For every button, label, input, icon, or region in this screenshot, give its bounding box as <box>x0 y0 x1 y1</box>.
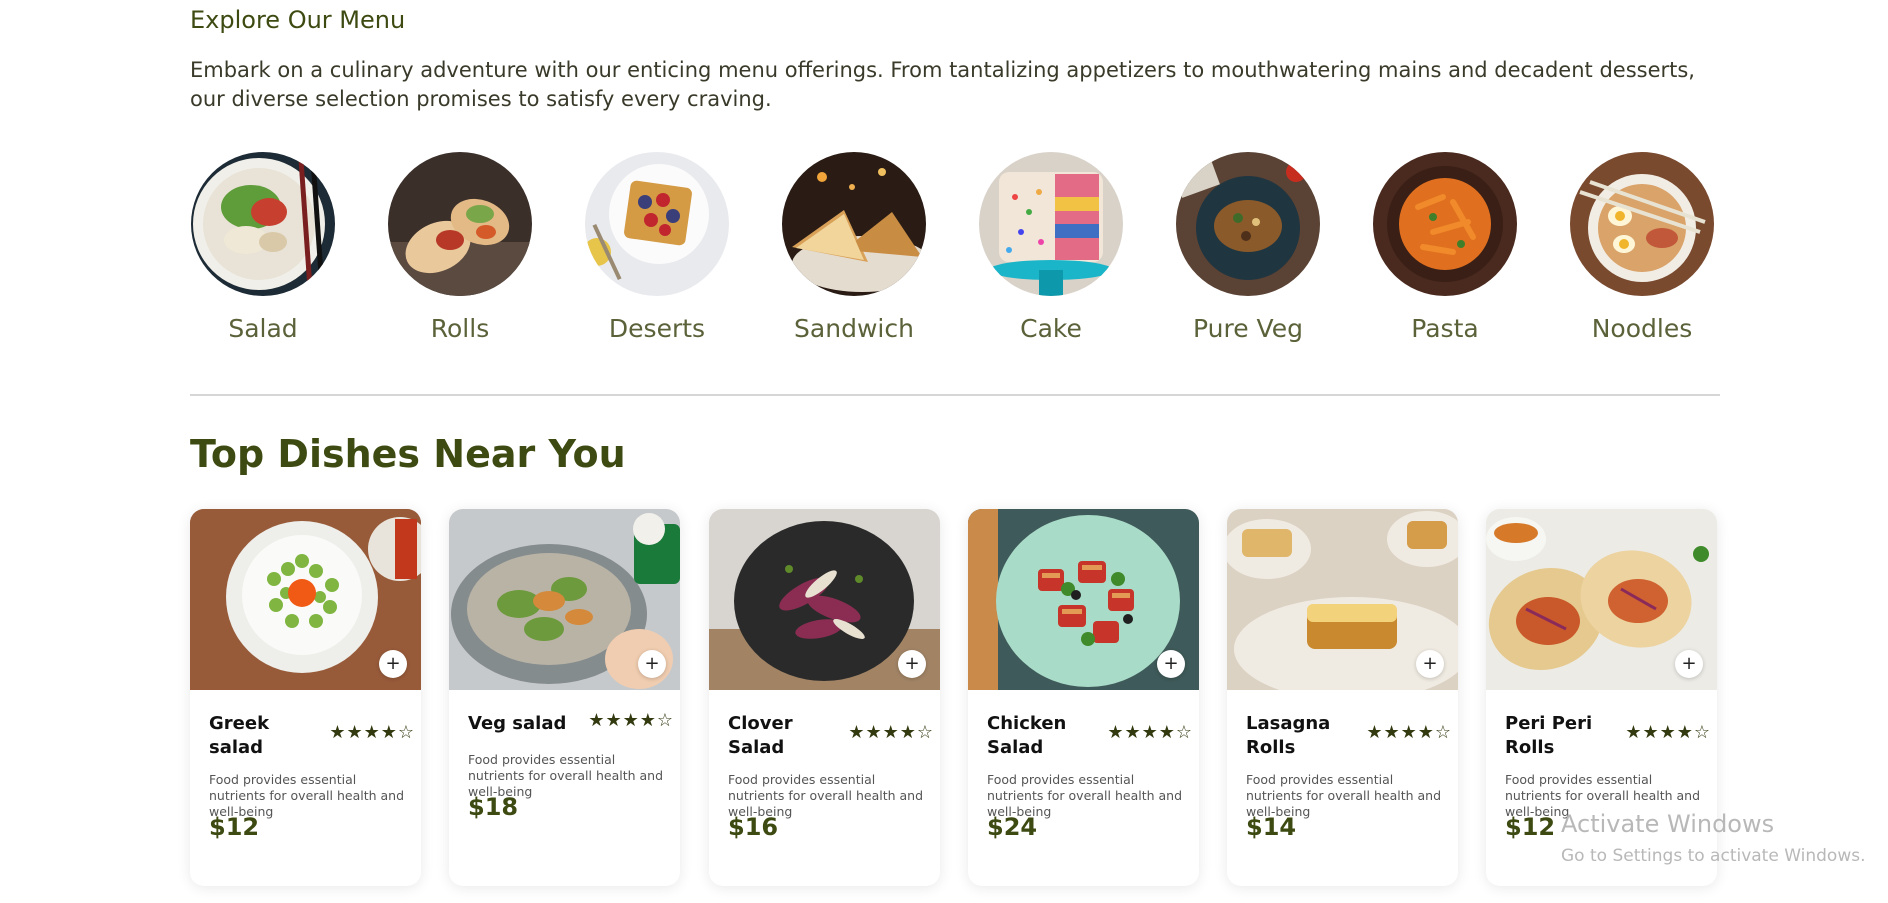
add-to-cart-button[interactable]: + <box>1675 650 1703 678</box>
category-pasta[interactable]: Pasta <box>1372 152 1518 343</box>
category-cake[interactable]: Cake <box>978 152 1124 343</box>
dish-price: $16 <box>728 813 779 841</box>
dish-grid: + Greek salad ★★★★☆ Food provides essent… <box>190 509 1720 889</box>
add-to-cart-button[interactable]: + <box>898 650 926 678</box>
dish-name: Chicken Salad <box>987 713 1067 758</box>
category-label: Pasta <box>1411 314 1479 343</box>
explore-menu-description: Embark on a culinary adventure with our … <box>190 58 1695 111</box>
dish-price: $18 <box>468 793 519 821</box>
dish-image: + <box>190 509 421 690</box>
rolls-image <box>388 152 532 296</box>
dish-name: Clover Salad <box>728 713 793 758</box>
category-label: Cake <box>1020 314 1082 343</box>
pasta-image <box>1373 152 1517 296</box>
dish-card-clover-salad[interactable]: + Clover Salad ★★★★☆ Food provides essen… <box>709 509 940 886</box>
dish-name: Greek salad <box>209 713 270 758</box>
dish-name: Lasagna Rolls <box>1246 713 1331 758</box>
explore-menu-title: Explore Our Menu <box>190 6 406 34</box>
category-label: Salad <box>228 314 298 343</box>
category-list: Salad Rolls Deserts Sandwich Cake Pure V… <box>190 152 1720 352</box>
salad-image <box>191 152 335 296</box>
add-to-cart-button[interactable]: + <box>638 650 666 678</box>
dish-price: $12 <box>1505 813 1556 841</box>
dish-image: + <box>449 509 680 690</box>
category-pure-veg[interactable]: Pure Veg <box>1175 152 1321 343</box>
category-label: Sandwich <box>794 314 914 343</box>
section-divider <box>190 394 1720 396</box>
category-rolls[interactable]: Rolls <box>387 152 533 343</box>
cake-image <box>979 152 1123 296</box>
add-to-cart-button[interactable]: + <box>379 650 407 678</box>
dish-card-chicken-salad[interactable]: + Chicken Salad ★★★★☆ Food provides esse… <box>968 509 1199 886</box>
category-label: Noodles <box>1591 314 1693 343</box>
top-dishes-title: Top Dishes Near You <box>190 432 626 476</box>
dish-image: + <box>1486 509 1717 690</box>
dish-image: + <box>1227 509 1458 690</box>
dish-card-peri-peri-rolls[interactable]: + Peri Peri Rolls ★★★★☆ Food provides es… <box>1486 509 1717 886</box>
category-salad[interactable]: Salad <box>190 152 336 343</box>
category-label: Deserts <box>608 314 706 343</box>
rating-stars: ★★★★☆ <box>329 722 415 743</box>
dish-card-greek-salad[interactable]: + Greek salad ★★★★☆ Food provides essent… <box>190 509 421 886</box>
dish-name: Veg salad <box>468 713 567 734</box>
rating-stars: ★★★★☆ <box>1625 722 1711 743</box>
noodles-image <box>1570 152 1714 296</box>
add-to-cart-button[interactable]: + <box>1416 650 1444 678</box>
dish-image: + <box>968 509 1199 690</box>
rating-stars: ★★★★☆ <box>848 722 934 743</box>
category-label: Rolls <box>430 314 490 343</box>
category-sandwich[interactable]: Sandwich <box>781 152 927 343</box>
rating-stars: ★★★★☆ <box>588 710 674 731</box>
dish-price: $12 <box>209 813 260 841</box>
sandwich-image <box>782 152 926 296</box>
dish-name: Peri Peri Rolls <box>1505 713 1593 758</box>
pure-veg-image <box>1176 152 1320 296</box>
dish-card-veg-salad[interactable]: + Veg salad ★★★★☆ Food provides essentia… <box>449 509 680 886</box>
rating-stars: ★★★★☆ <box>1107 722 1193 743</box>
dish-price: $14 <box>1246 813 1297 841</box>
dish-price: $24 <box>987 813 1038 841</box>
category-noodles[interactable]: Noodles <box>1569 152 1715 343</box>
dish-card-lasagna-rolls[interactable]: + Lasagna Rolls ★★★★☆ Food provides esse… <box>1227 509 1458 886</box>
rating-stars: ★★★★☆ <box>1366 722 1452 743</box>
deserts-image <box>585 152 729 296</box>
add-to-cart-button[interactable]: + <box>1157 650 1185 678</box>
category-label: Pure Veg <box>1193 314 1303 343</box>
category-deserts[interactable]: Deserts <box>584 152 730 343</box>
dish-image: + <box>709 509 940 690</box>
